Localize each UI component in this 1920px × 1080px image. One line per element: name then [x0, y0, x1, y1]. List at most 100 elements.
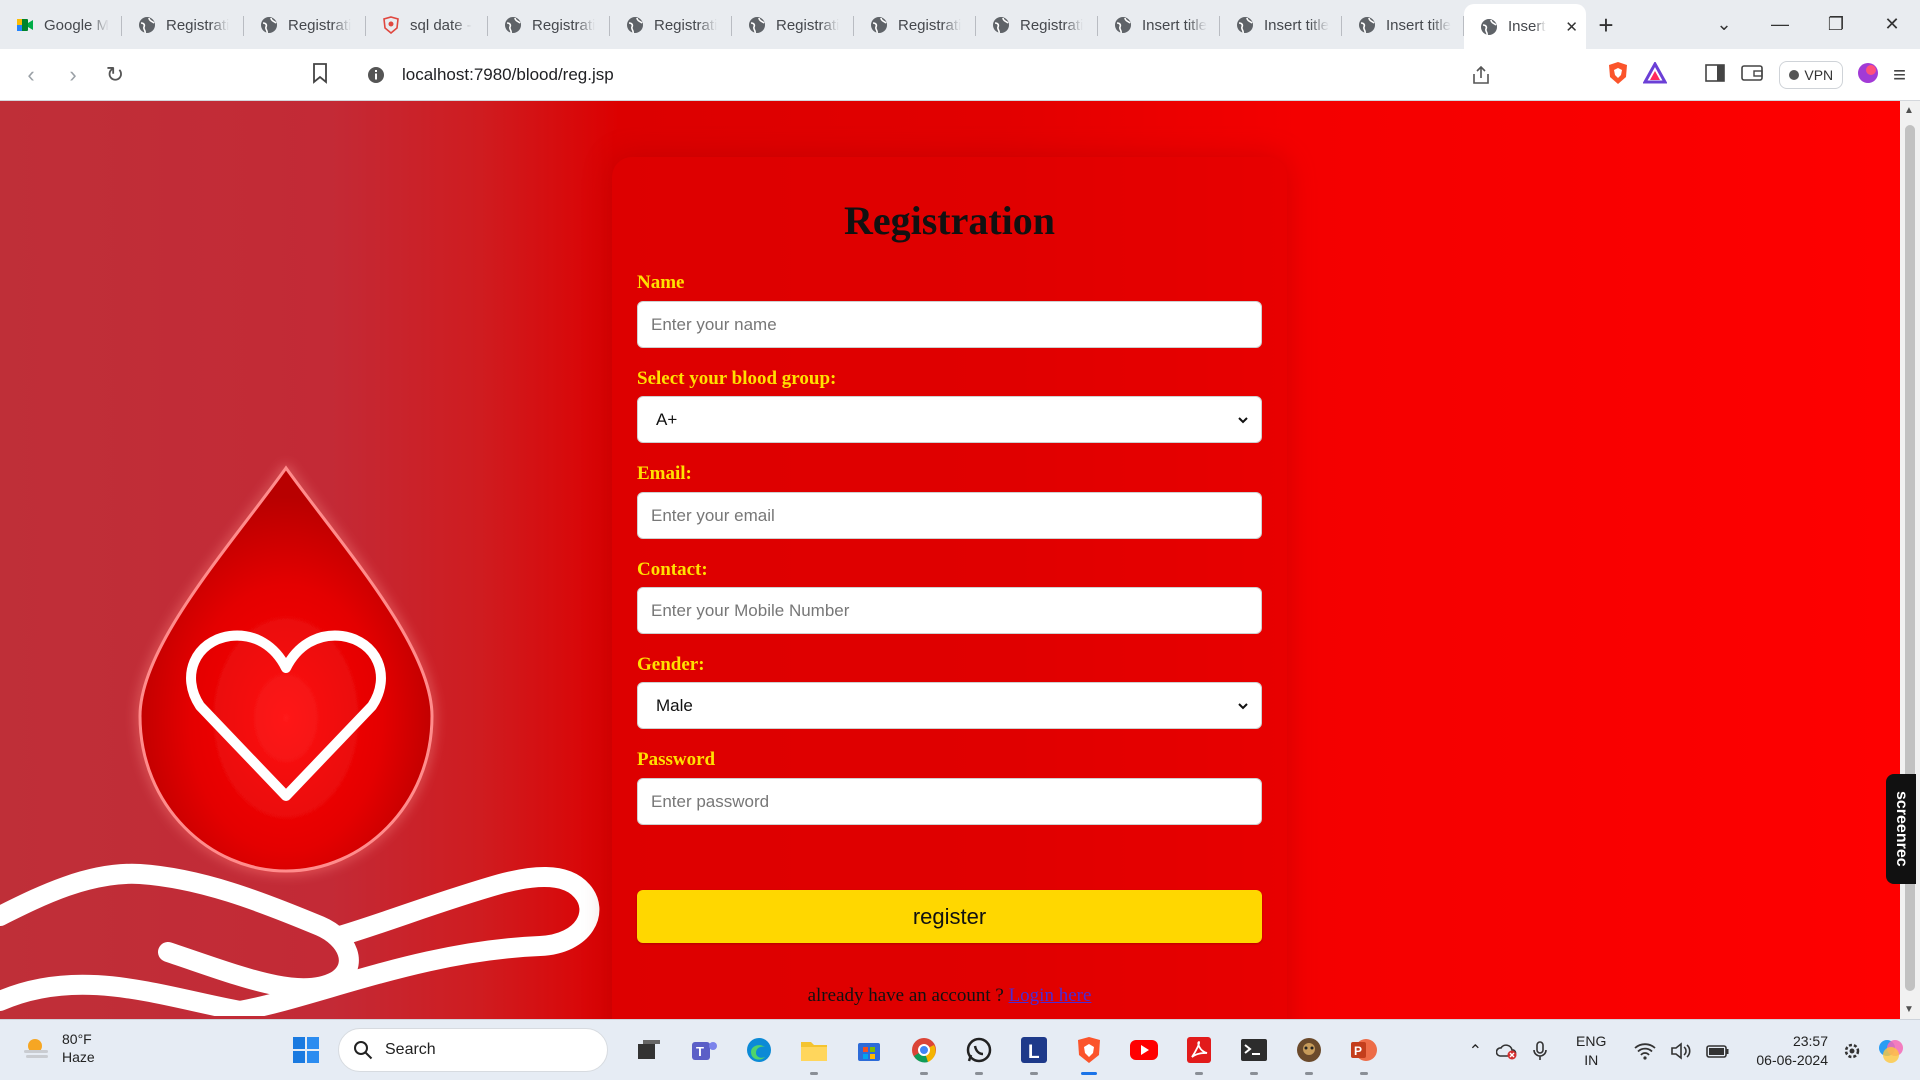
minimize-button[interactable]: —	[1752, 14, 1808, 35]
weather-desc: Haze	[62, 1049, 95, 1065]
tab-title: Registrati	[166, 16, 230, 34]
globe-icon	[504, 16, 522, 34]
globe-icon	[748, 16, 766, 34]
new-tab-button[interactable]: +	[1586, 4, 1626, 46]
whatsapp-app[interactable]	[956, 1028, 1002, 1075]
powerpoint-app[interactable]: P	[1341, 1028, 1387, 1075]
game-app[interactable]	[1286, 1028, 1332, 1075]
youtube-app[interactable]	[1121, 1028, 1167, 1072]
globe-icon	[626, 16, 644, 34]
tab-search-chevron-icon[interactable]: ⌄	[1696, 14, 1752, 35]
blood-group-select[interactable]: A+	[637, 396, 1262, 443]
chevron-down-icon	[1238, 416, 1248, 423]
microphone-icon[interactable]	[1532, 1040, 1548, 1062]
store-app[interactable]	[846, 1028, 892, 1072]
gender-value: Male	[656, 695, 693, 715]
email-input[interactable]	[637, 492, 1262, 539]
gender-label: Gender:	[637, 654, 705, 675]
scroll-up-arrow-icon[interactable]: ▲	[1904, 105, 1914, 116]
page-title: Registration	[843, 198, 1056, 243]
tab[interactable]: Registrati	[976, 4, 1098, 46]
register-button[interactable]: register	[637, 890, 1262, 943]
blood-group-label: Select your blood group:	[637, 368, 837, 389]
teams-app[interactable]: T	[681, 1028, 727, 1072]
terminal-app[interactable]	[1231, 1028, 1277, 1075]
vpn-status-icon	[1789, 70, 1800, 80]
onedrive-error-icon[interactable]	[1496, 1041, 1518, 1061]
wallet-icon[interactable]	[1741, 64, 1764, 87]
tab[interactable]: Insert title	[1342, 4, 1464, 46]
back-button[interactable]: ‹	[10, 62, 52, 88]
battery-icon[interactable]	[1706, 1043, 1730, 1059]
file-explorer-app[interactable]	[791, 1028, 837, 1075]
game-app-icon	[1297, 1038, 1321, 1062]
taskbar-search[interactable]: Search	[338, 1028, 608, 1072]
leo-ai-icon[interactable]	[1857, 62, 1879, 89]
tab[interactable]: sql date -	[366, 4, 488, 46]
windows-icon	[293, 1037, 319, 1063]
chrome-app[interactable]	[901, 1028, 947, 1075]
email-label: Email:	[637, 463, 692, 484]
brave-app[interactable]	[1066, 1028, 1112, 1075]
tab-title: Registrati	[776, 16, 840, 34]
task-view-button[interactable]	[626, 1028, 672, 1072]
address-bar[interactable]: localhost:7980/blood/reg.jsp	[350, 55, 1548, 94]
tab[interactable]: Registrati	[854, 4, 976, 46]
l-app[interactable]: L	[1011, 1028, 1057, 1075]
globe-icon	[260, 16, 278, 34]
vpn-button[interactable]: VPN	[1779, 61, 1844, 89]
tab[interactable]: Insert title	[1098, 4, 1220, 46]
tab-title: Registrati	[1020, 16, 1084, 34]
svg-text:P: P	[1354, 1044, 1362, 1058]
volume-icon[interactable]	[1670, 1041, 1692, 1060]
bookmark-icon[interactable]	[312, 62, 328, 89]
gender-select[interactable]: Male	[637, 682, 1262, 729]
name-input[interactable]	[637, 301, 1262, 348]
tab[interactable]: Registrati	[122, 4, 244, 46]
tab[interactable]: Insert title	[1220, 4, 1342, 46]
brave-shields-icon[interactable]	[1607, 61, 1629, 90]
globe-icon	[138, 16, 156, 34]
tab[interactable]: Google M	[0, 4, 122, 46]
acrobat-app[interactable]	[1176, 1028, 1222, 1075]
language-indicator[interactable]: ENG IN	[1576, 1032, 1606, 1070]
forward-button[interactable]: ›	[52, 62, 94, 88]
restore-button[interactable]: ❐	[1808, 14, 1864, 35]
clock[interactable]: 23:57 06-06-2024	[1756, 1032, 1828, 1070]
page-content: Registration	[0, 101, 1900, 1019]
tab-title: sql date -	[410, 16, 472, 34]
chevron-up-icon[interactable]: ⌃	[1469, 1041, 1482, 1061]
tab[interactable]: Registrati	[488, 4, 610, 46]
close-tab-icon[interactable]: ✕	[1559, 18, 1578, 36]
contact-input[interactable]	[637, 587, 1262, 634]
notification-settings-icon[interactable]	[1842, 1041, 1862, 1061]
terminal-icon	[1241, 1039, 1267, 1061]
sidebar-toggle-icon[interactable]	[1705, 63, 1726, 87]
tab[interactable]: Registrati	[610, 4, 732, 46]
blood-group-value: A+	[656, 409, 678, 429]
site-info-icon[interactable]	[364, 63, 388, 87]
close-window-button[interactable]: ✕	[1864, 14, 1920, 35]
copilot-icon[interactable]	[1876, 1036, 1906, 1066]
weather-widget[interactable]: 80°F Haze	[22, 1030, 95, 1066]
brave-shield-icon	[382, 16, 400, 34]
share-icon[interactable]	[1470, 64, 1492, 91]
start-button[interactable]	[283, 1028, 329, 1072]
tab-active[interactable]: Insert ✕	[1464, 4, 1586, 49]
globe-icon	[1358, 16, 1376, 34]
scroll-down-arrow-icon[interactable]: ▼	[1904, 1004, 1914, 1015]
menu-icon[interactable]: ≡	[1893, 62, 1906, 88]
password-input[interactable]	[637, 778, 1262, 825]
login-link[interactable]: Login here	[1009, 985, 1092, 1006]
screenrec-widget[interactable]: screenrec	[1886, 774, 1916, 884]
blood-donation-illustration	[0, 465, 600, 1016]
browser-toolbar: ‹ › ↻ localhost:7980/blood/reg.jsp VPN ≡	[0, 49, 1920, 101]
brave-rewards-icon[interactable]	[1642, 60, 1668, 89]
contact-label: Contact:	[637, 559, 708, 580]
reload-button[interactable]: ↻	[94, 62, 136, 88]
wifi-icon[interactable]	[1634, 1042, 1656, 1060]
tab[interactable]: Registrati	[244, 4, 366, 46]
tab[interactable]: Registrati	[732, 4, 854, 46]
edge-app[interactable]	[736, 1028, 782, 1072]
task-view-icon	[638, 1040, 660, 1059]
